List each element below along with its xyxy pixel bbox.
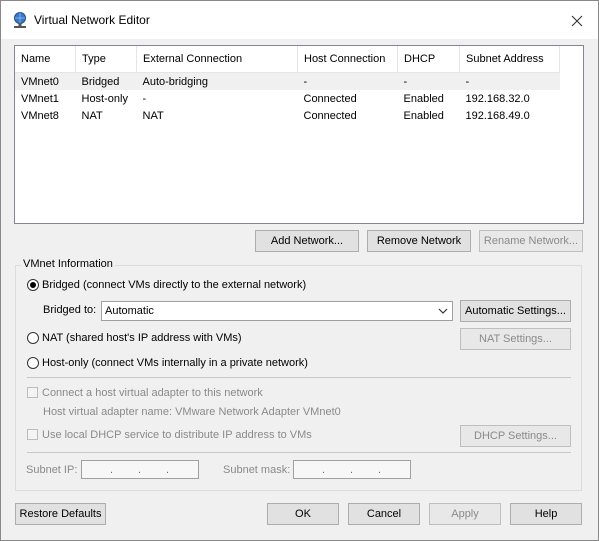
- cell-subnet-address: 192.168.49.0: [465, 109, 530, 122]
- ip-dot: .: [166, 464, 170, 476]
- table-row[interactable]: VMnet1 Host-only - Connected Enabled 192…: [15, 90, 560, 107]
- cell-subnet-address: 192.168.32.0: [465, 92, 530, 105]
- subnet-mask-field[interactable]: . . .: [293, 460, 411, 479]
- close-button[interactable]: [557, 7, 597, 35]
- cell-name: VMnet1: [21, 92, 59, 105]
- subnet-ip-field[interactable]: . . .: [81, 460, 199, 479]
- host-only-label[interactable]: Host-only (connect VMs internally in a p…: [42, 357, 308, 369]
- cell-dhcp: -: [397, 72, 460, 90]
- cell-host-connection: Connected: [303, 109, 357, 122]
- apply-button[interactable]: Apply: [429, 503, 501, 525]
- ip-dot: .: [378, 464, 382, 476]
- network-table: Name Type External Connection Host Conne…: [15, 46, 560, 124]
- table-row[interactable]: VMnet8 NAT NAT Connected Enabled 192.168…: [15, 107, 560, 124]
- nat-radio[interactable]: [27, 332, 39, 344]
- nat-settings-button[interactable]: NAT Settings...: [460, 328, 571, 350]
- network-globe-icon: [14, 12, 26, 28]
- remove-network-button[interactable]: Remove Network: [367, 230, 471, 252]
- separator: [27, 452, 571, 453]
- bridged-to-select[interactable]: Automatic: [101, 301, 453, 321]
- cell-dhcp: Enabled: [403, 92, 444, 105]
- network-list[interactable]: Name Type External Connection Host Conne…: [14, 45, 584, 224]
- cell-name: VMnet8: [21, 109, 59, 122]
- separator: [27, 377, 571, 378]
- connect-adapter-label[interactable]: Connect a host virtual adapter to this n…: [42, 387, 263, 399]
- window-title: Virtual Network Editor: [34, 13, 150, 27]
- column-header-type[interactable]: Type: [75, 46, 137, 73]
- cell-external-connection: NAT: [142, 109, 164, 122]
- ip-dot: .: [110, 464, 114, 476]
- cell-subnet-address: -: [459, 72, 560, 90]
- vmnet-information-label: VMnet Information: [21, 258, 115, 270]
- ip-dot: .: [350, 464, 354, 476]
- chevron-down-icon: [438, 308, 448, 314]
- cell-host-connection: -: [297, 72, 398, 90]
- subnet-ip-label: Subnet IP:: [26, 464, 78, 476]
- ok-button[interactable]: OK: [267, 503, 339, 525]
- connect-adapter-checkbox[interactable]: [27, 387, 38, 398]
- close-icon: [571, 15, 583, 27]
- cell-host-connection: Connected: [303, 92, 357, 105]
- column-header-external-connection[interactable]: External Connection: [136, 46, 298, 73]
- ip-dot: .: [322, 464, 326, 476]
- virtual-network-editor-window: Virtual Network Editor Name Type Externa…: [0, 0, 599, 541]
- adapter-name-text: Host virtual adapter name: VMware Networ…: [43, 406, 341, 418]
- table-header-row: Name Type External Connection Host Conne…: [15, 46, 560, 73]
- bridged-label[interactable]: Bridged (connect VMs directly to the ext…: [42, 279, 306, 291]
- cell-dhcp: Enabled: [403, 109, 444, 122]
- cell-type: Host-only: [81, 92, 128, 105]
- table-row[interactable]: VMnet0 Bridged Auto-bridging - - -: [15, 72, 560, 90]
- cancel-button[interactable]: Cancel: [348, 503, 420, 525]
- restore-defaults-button[interactable]: Restore Defaults: [15, 503, 106, 525]
- vmnet-information-group: [15, 265, 582, 491]
- add-network-button[interactable]: Add Network...: [255, 230, 359, 252]
- cell-name: VMnet0: [15, 72, 76, 90]
- dhcp-settings-button[interactable]: DHCP Settings...: [460, 425, 571, 447]
- rename-network-button[interactable]: Rename Network...: [479, 230, 583, 252]
- subnet-mask-label: Subnet mask:: [223, 464, 291, 476]
- bridged-to-value: Automatic: [105, 305, 154, 317]
- cell-external-connection: Auto-bridging: [136, 72, 298, 90]
- column-header-dhcp[interactable]: DHCP: [397, 46, 460, 73]
- title-bar: Virtual Network Editor: [1, 1, 598, 39]
- ip-dot: .: [138, 464, 142, 476]
- column-header-host-connection[interactable]: Host Connection: [297, 46, 398, 73]
- bridged-to-label: Bridged to:: [43, 304, 97, 316]
- column-header-name[interactable]: Name: [15, 46, 76, 73]
- cell-external-connection: -: [142, 92, 147, 105]
- nat-label[interactable]: NAT (shared host's IP address with VMs): [42, 332, 242, 344]
- dhcp-checkbox[interactable]: [27, 429, 38, 440]
- bridged-radio[interactable]: [27, 279, 39, 291]
- host-only-radio[interactable]: [27, 357, 39, 369]
- help-button[interactable]: Help: [510, 503, 582, 525]
- column-header-subnet-address[interactable]: Subnet Address: [459, 46, 560, 73]
- cell-type: Bridged: [75, 72, 137, 90]
- cell-type: NAT: [81, 109, 103, 122]
- automatic-settings-button[interactable]: Automatic Settings...: [460, 300, 571, 322]
- dhcp-label[interactable]: Use local DHCP service to distribute IP …: [42, 429, 312, 441]
